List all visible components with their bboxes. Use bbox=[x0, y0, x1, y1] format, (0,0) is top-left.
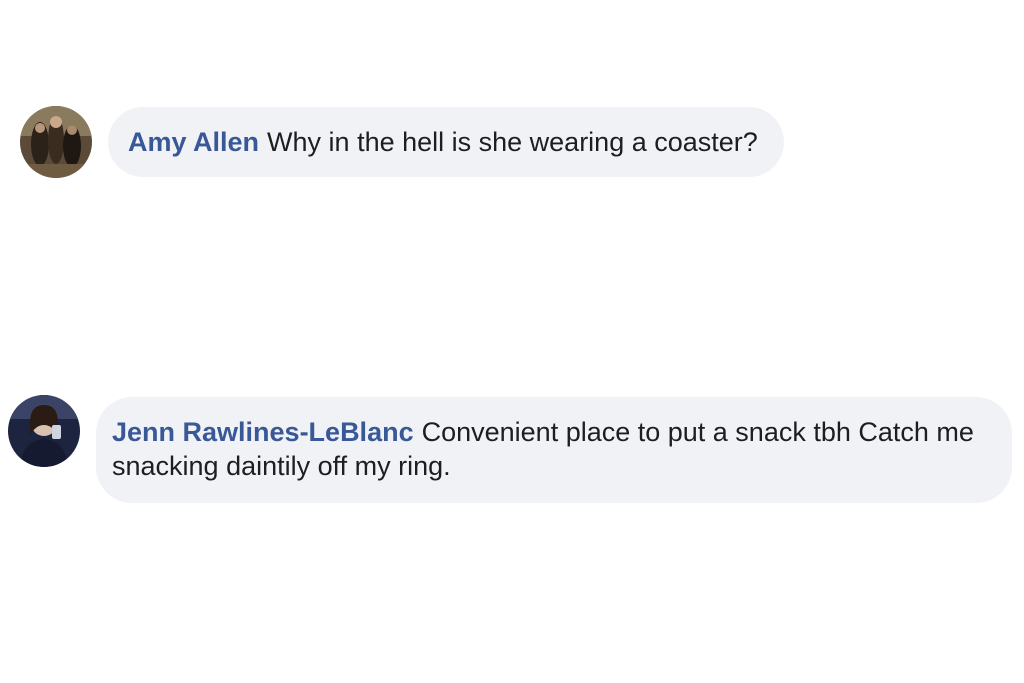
comment-author[interactable]: Jenn Rawlines-LeBlanc bbox=[112, 417, 414, 447]
avatar-photo bbox=[20, 106, 92, 178]
comment-text: Why in the hell is she wearing a coaster… bbox=[267, 127, 758, 157]
avatar[interactable] bbox=[8, 395, 80, 467]
comment-author[interactable]: Amy Allen bbox=[128, 127, 259, 157]
comment: Jenn Rawlines-LeBlanc Convenient place to… bbox=[8, 395, 1012, 503]
comment-bubble: Amy Allen Why in the hell is she wearing … bbox=[108, 107, 784, 177]
avatar-photo bbox=[8, 395, 80, 467]
comment-bubble: Jenn Rawlines-LeBlanc Convenient place to… bbox=[96, 397, 1012, 503]
avatar[interactable] bbox=[20, 106, 92, 178]
comment: Amy Allen Why in the hell is she wearing … bbox=[20, 106, 784, 178]
